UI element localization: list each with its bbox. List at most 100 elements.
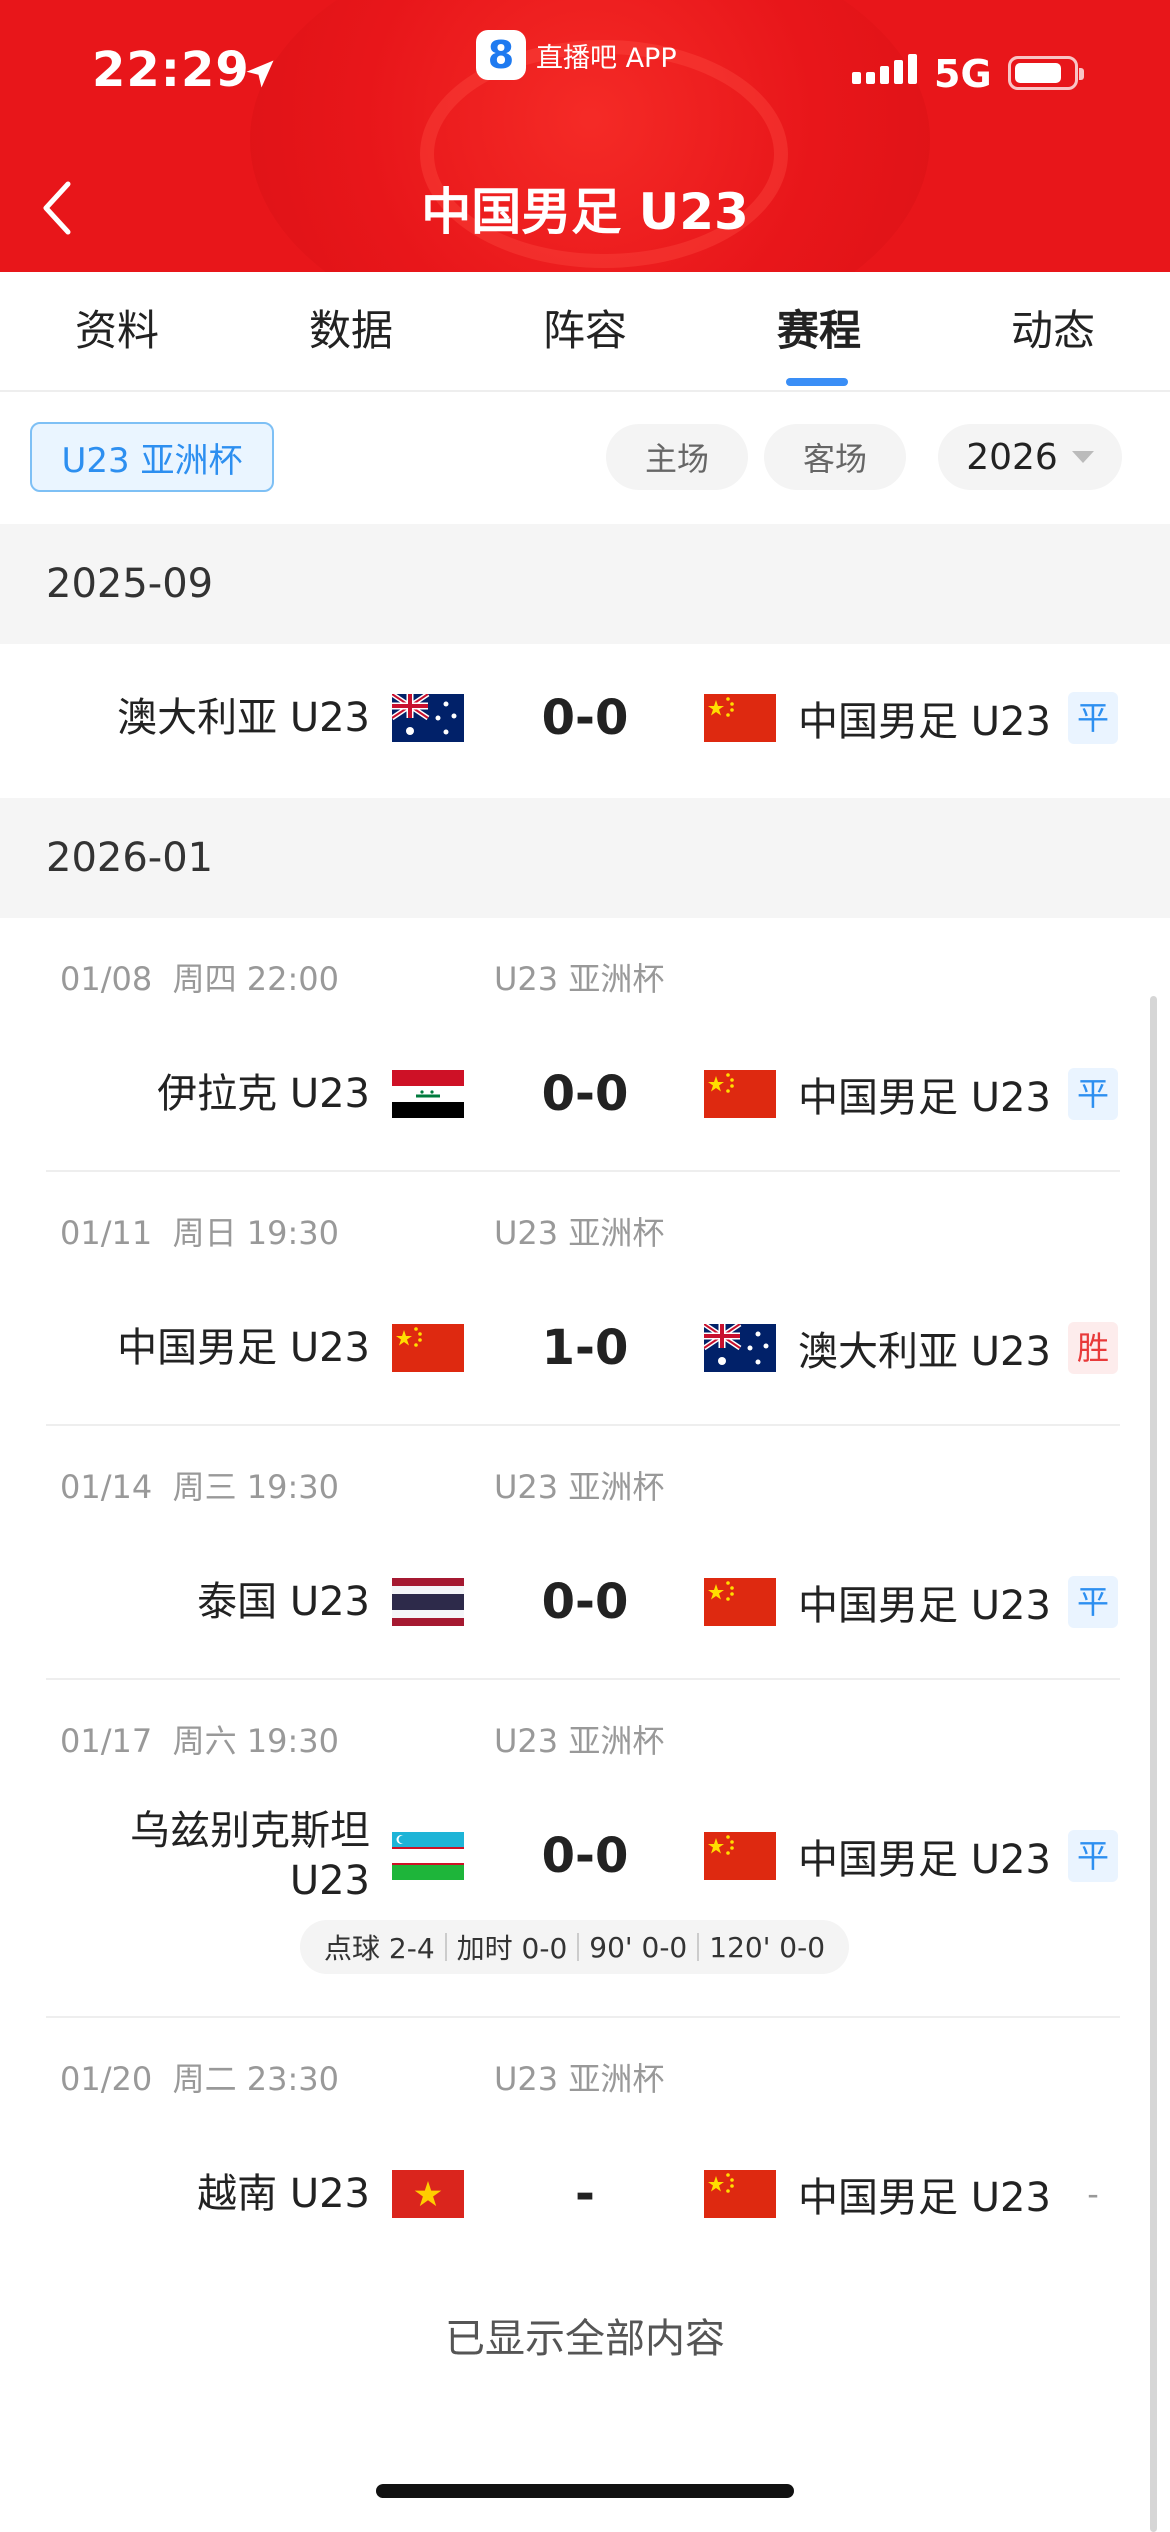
match-row[interactable]: 澳大利亚 U23 0-0 中国男足 U23 平 bbox=[0, 668, 1170, 768]
match-weekday: 周二 bbox=[172, 2060, 237, 2098]
match-weekday: 周六 bbox=[172, 1722, 237, 1760]
tab-bar: 资料 数据 阵容 赛程 动态 bbox=[0, 272, 1170, 392]
scrollbar[interactable] bbox=[1150, 996, 1157, 2532]
home-team-name: 泰国 U23 bbox=[197, 1579, 370, 1625]
match-competition: U23 亚洲杯 bbox=[494, 2060, 665, 2098]
home-team-name-line2: U23 bbox=[289, 1858, 370, 1904]
match-competition: U23 亚洲杯 bbox=[494, 1722, 665, 1760]
match-date: 01/20 bbox=[60, 2060, 153, 2098]
away-team-name: 澳大利亚 U23 bbox=[798, 1329, 1051, 1375]
app-badge[interactable]: 8 直播吧 APP bbox=[476, 30, 677, 80]
match-datetime: 01/20 周二 23:30 bbox=[60, 2054, 339, 2100]
away-filter-button[interactable]: 客场 bbox=[764, 424, 906, 490]
tab-lineup[interactable]: 阵容 bbox=[468, 272, 702, 390]
tab-profile[interactable]: 资料 bbox=[0, 272, 234, 390]
vietnam-flag-icon bbox=[392, 2170, 464, 2218]
match-competition: U23 亚洲杯 bbox=[494, 1468, 665, 1506]
match-weekday: 周日 bbox=[172, 1214, 237, 1252]
match-score: - bbox=[575, 2166, 595, 2222]
filter-bar: U23 亚洲杯 主场 客场 2026 bbox=[0, 392, 1170, 522]
china-flag-icon bbox=[704, 1832, 776, 1880]
result-badge: 平 bbox=[1068, 1068, 1118, 1120]
china-flag-icon bbox=[704, 1070, 776, 1118]
match-row[interactable]: 越南 U23 - 中国男足 U23 - bbox=[0, 2144, 1170, 2244]
tab-label: 资料 bbox=[74, 306, 159, 355]
tab-label: 赛程 bbox=[776, 306, 861, 355]
tab-stats[interactable]: 数据 bbox=[234, 272, 468, 390]
match-time: 19:30 bbox=[246, 1468, 339, 1506]
match-datetime: 01/17 周六 19:30 bbox=[60, 1716, 339, 1762]
away-team-name: 中国男足 U23 bbox=[798, 1075, 1051, 1121]
match-weekday: 周四 bbox=[172, 960, 237, 998]
iraq-flag-icon bbox=[392, 1070, 464, 1118]
app-badge-label: 直播吧 APP bbox=[536, 42, 677, 74]
china-flag-icon bbox=[704, 1578, 776, 1626]
match-score: 0-0 bbox=[541, 690, 629, 746]
away-team-name: 中国男足 U23 bbox=[798, 1837, 1051, 1883]
match-score: 1-0 bbox=[541, 1320, 629, 1376]
battery-icon bbox=[1008, 56, 1084, 90]
year-select[interactable]: 2026 bbox=[938, 424, 1122, 490]
cellular-signal-icon bbox=[852, 54, 917, 84]
home-filter-button[interactable]: 主场 bbox=[606, 424, 748, 490]
thailand-flag-icon bbox=[392, 1578, 464, 1626]
home-team-name-line1: 乌兹别克斯坦 bbox=[130, 1808, 370, 1854]
competition-filter-chip[interactable]: U23 亚洲杯 bbox=[30, 422, 274, 492]
home-indicator[interactable] bbox=[376, 2484, 794, 2498]
end-of-list-text: 已显示全部内容 bbox=[445, 2316, 725, 2362]
australia-flag-icon bbox=[392, 694, 464, 742]
uzbekistan-flag-icon bbox=[392, 1832, 464, 1880]
result-badge: 平 bbox=[1068, 692, 1118, 744]
china-flag-icon bbox=[392, 1324, 464, 1372]
caret-down-icon bbox=[1071, 451, 1094, 463]
penalty-score: 点球 2-4 bbox=[324, 1932, 435, 1965]
tab-label: 动态 bbox=[1010, 306, 1095, 355]
row-divider bbox=[46, 1678, 1120, 1680]
tab-label: 阵容 bbox=[542, 306, 627, 355]
match-time: 19:30 bbox=[246, 1722, 339, 1760]
australia-flag-icon bbox=[704, 1324, 776, 1372]
tab-news[interactable]: 动态 bbox=[936, 272, 1170, 390]
match-score: 0-0 bbox=[541, 1066, 629, 1122]
year-value: 2026 bbox=[966, 436, 1058, 478]
extra-time-score: 加时 0-0 bbox=[456, 1932, 568, 1965]
home-team-name: 伊拉克 U23 bbox=[157, 1071, 370, 1117]
home-team-name: 乌兹别克斯坦 U23 bbox=[130, 1806, 370, 1906]
row-divider bbox=[46, 1424, 1120, 1426]
match-datetime: 01/11 周日 19:30 bbox=[60, 1208, 339, 1254]
china-flag-icon bbox=[704, 2170, 776, 2218]
detail-separator bbox=[697, 1933, 700, 1961]
match-weekday: 周三 bbox=[172, 1468, 237, 1506]
tab-label: 数据 bbox=[308, 306, 393, 355]
home-team-name: 中国男足 U23 bbox=[117, 1325, 370, 1371]
home-team-name: 越南 U23 bbox=[197, 2171, 370, 2217]
match-row[interactable]: 伊拉克 U23 0-0 中国男足 U23 平 bbox=[0, 1044, 1170, 1144]
match-time: 22:00 bbox=[246, 960, 339, 998]
match-date: 01/08 bbox=[60, 960, 153, 998]
network-type: 5G bbox=[934, 52, 992, 96]
result-badge: 胜 bbox=[1068, 1322, 1118, 1374]
match-score: 0-0 bbox=[541, 1828, 629, 1884]
match-date: 01/14 bbox=[60, 1468, 153, 1506]
result-badge: - bbox=[1087, 2175, 1099, 2213]
page-title: 中国男足 U23 bbox=[421, 183, 749, 241]
month-header: 2026-01 bbox=[0, 798, 1170, 918]
status-time: 22:29 bbox=[92, 42, 250, 98]
tab-schedule[interactable]: 赛程 bbox=[702, 272, 936, 390]
detail-separator bbox=[577, 1933, 580, 1961]
match-competition: U23 亚洲杯 bbox=[494, 1214, 665, 1252]
month-header: 2025-09 bbox=[0, 524, 1170, 644]
away-team-name: 中国男足 U23 bbox=[798, 699, 1051, 745]
away-team-name: 中国男足 U23 bbox=[798, 1583, 1051, 1629]
row-divider bbox=[46, 2016, 1120, 2018]
result-badge: 平 bbox=[1068, 1576, 1118, 1628]
match-row[interactable]: 乌兹别克斯坦 U23 0-0 中国男足 U23 平 bbox=[0, 1806, 1170, 1906]
one-twenty-minute-score: 120' 0-0 bbox=[709, 1930, 826, 1964]
row-divider bbox=[46, 1170, 1120, 1172]
match-date: 01/11 bbox=[60, 1214, 153, 1252]
match-row[interactable]: 泰国 U23 0-0 中国男足 U23 平 bbox=[0, 1552, 1170, 1652]
result-badge: 平 bbox=[1068, 1830, 1118, 1882]
match-row[interactable]: 中国男足 U23 1-0 澳大利亚 U23 胜 bbox=[0, 1298, 1170, 1398]
match-datetime: 01/08 周四 22:00 bbox=[60, 954, 339, 1000]
match-competition: U23 亚洲杯 bbox=[494, 960, 665, 998]
